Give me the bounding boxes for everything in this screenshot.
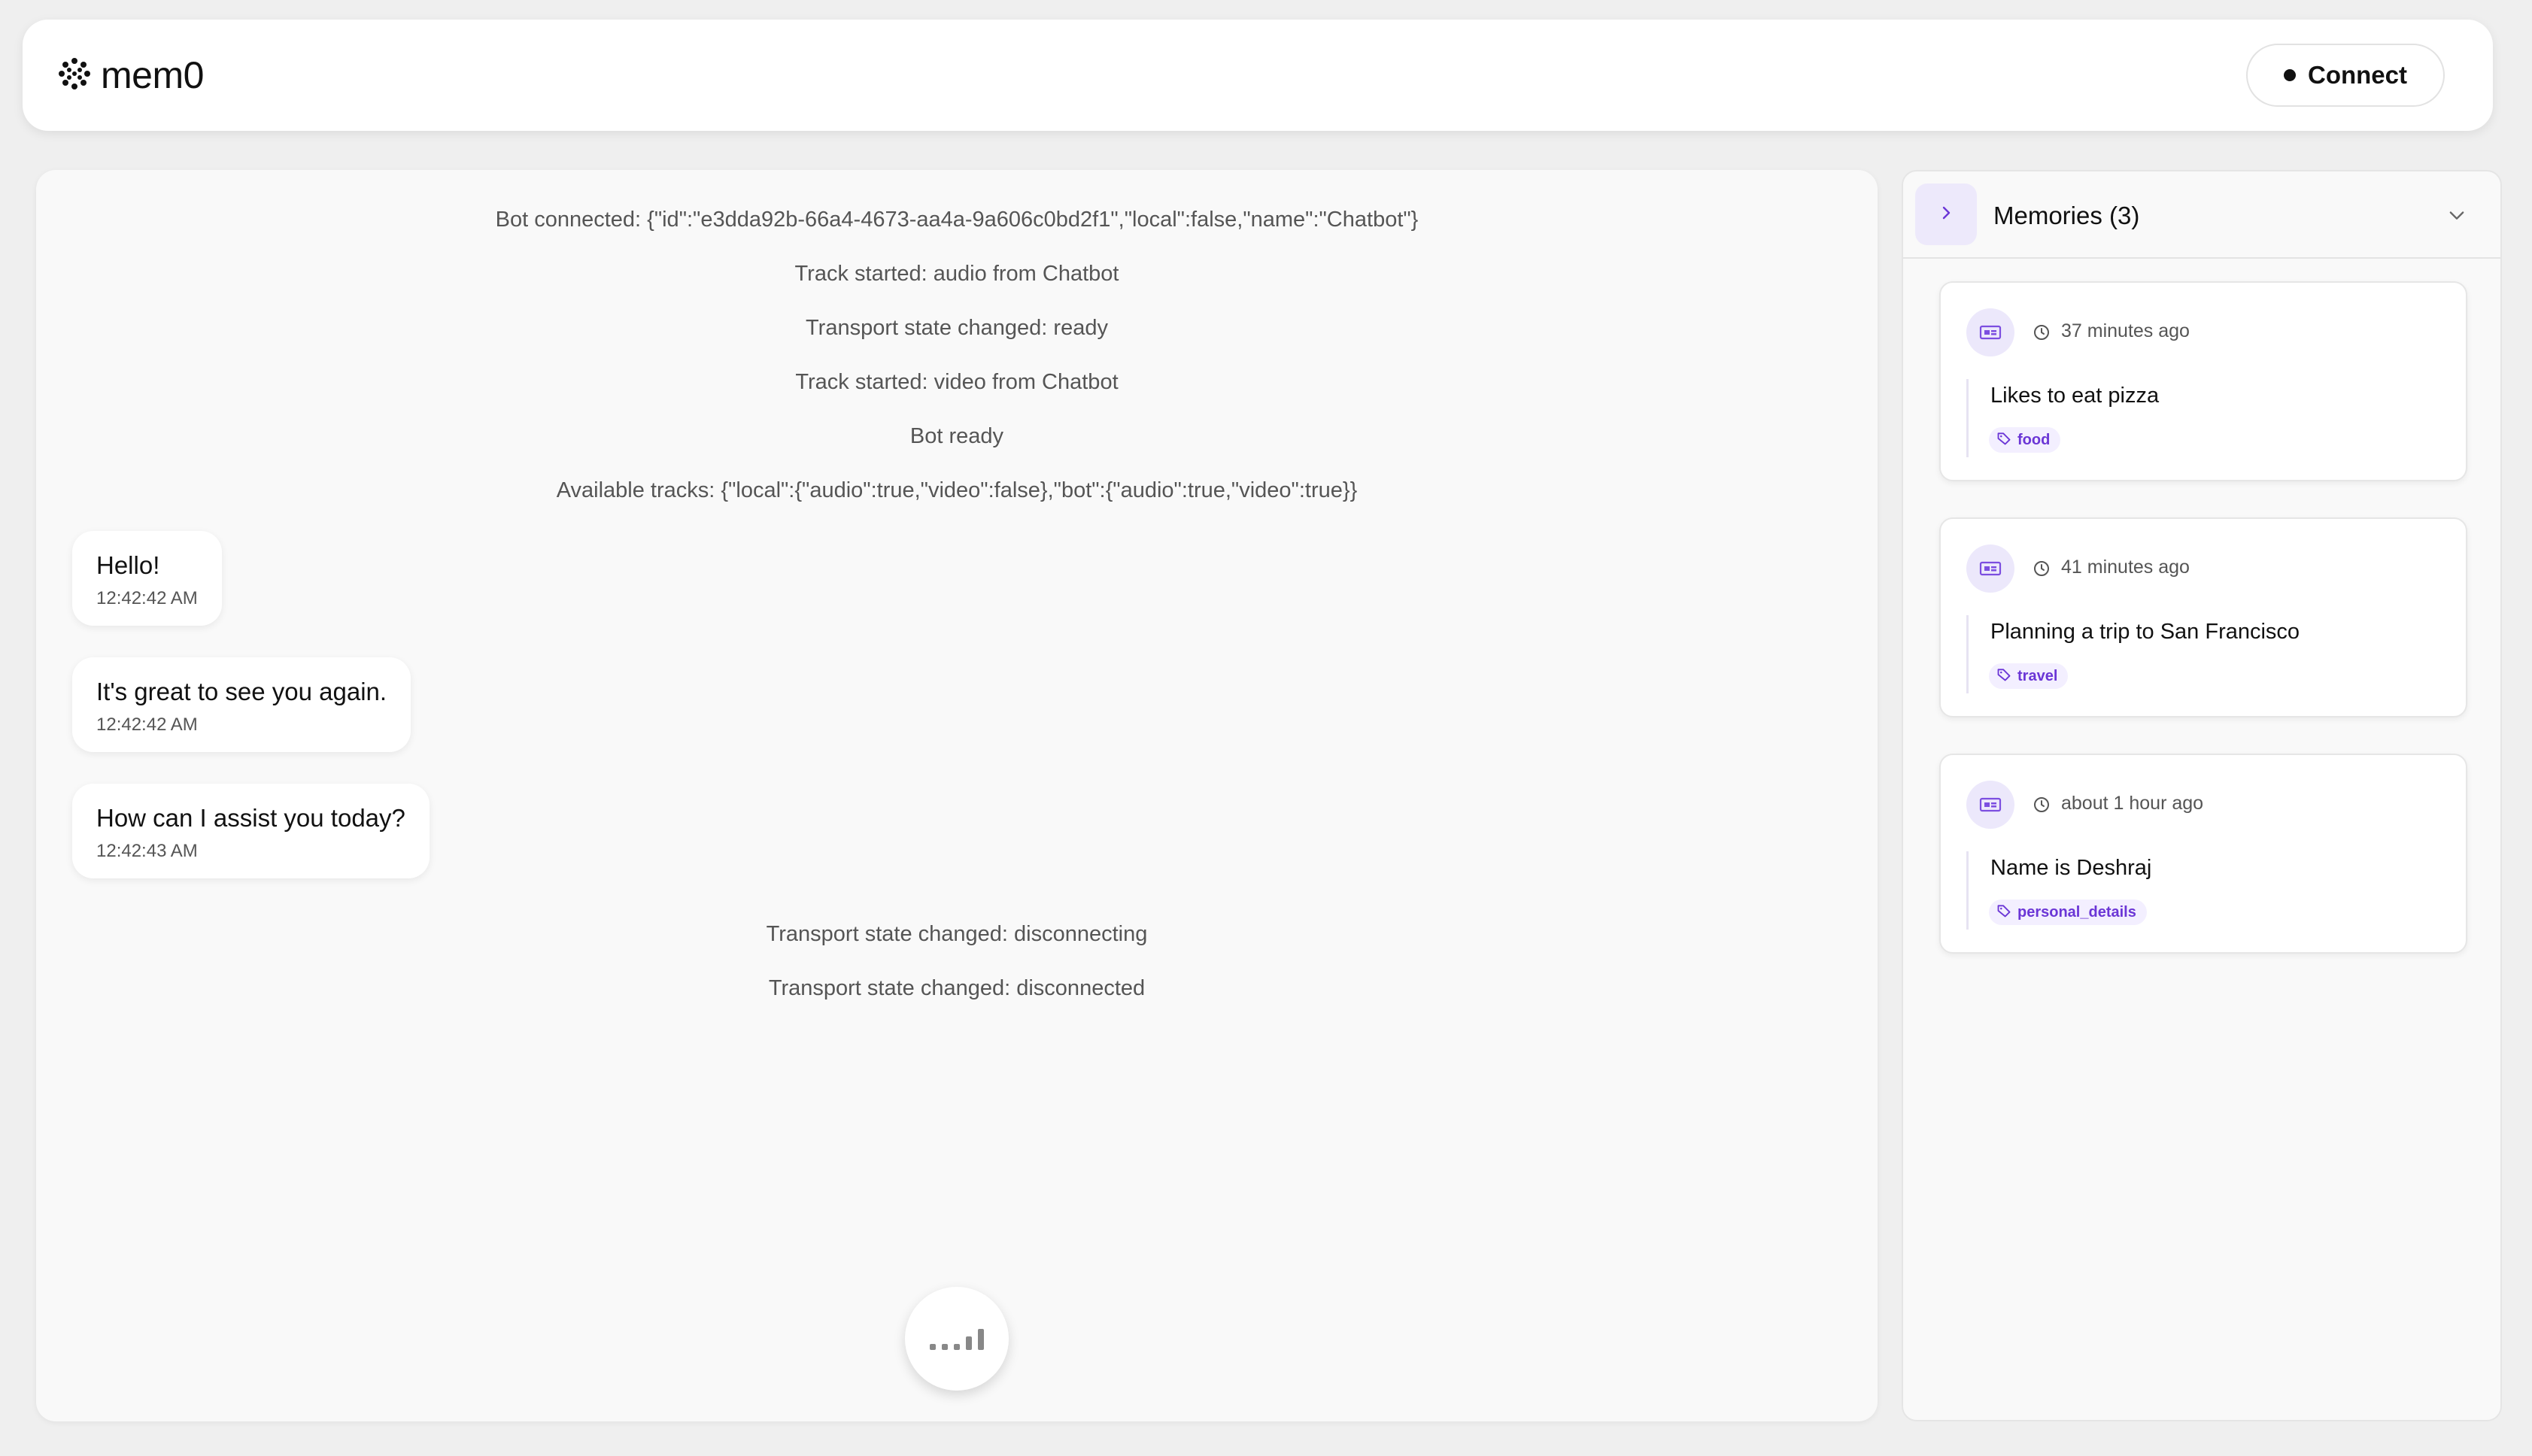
memory-tag-label: travel	[2017, 667, 2058, 684]
memories-panel: Memories (3) 37 minutes ago Likes to eat…	[1902, 170, 2502, 1421]
mem0-logo-icon	[57, 56, 92, 95]
system-message: Bot ready	[909, 424, 1004, 448]
chat-message-time: 12:42:43 AM	[96, 841, 198, 861]
logo-text: mem0	[101, 54, 204, 96]
memory-card[interactable]: 37 minutes ago Likes to eat pizza food	[1939, 281, 2467, 481]
memory-divider	[1966, 851, 1969, 930]
voice-button[interactable]	[905, 1287, 1009, 1391]
memories-header: Memories (3)	[1903, 171, 2500, 259]
logo[interactable]: mem0	[57, 53, 204, 97]
system-message: Track started: video from Chatbot	[795, 370, 1119, 394]
memory-divider	[1966, 615, 1969, 693]
chat-panel: Bot connected: {"id":"e3dda92b-66a4-4673…	[36, 170, 1878, 1421]
chat-message: Hello! 12:42:42 AM	[72, 531, 222, 626]
clock-icon	[2033, 560, 2051, 581]
memory-card-icon	[1966, 308, 2014, 356]
memory-card-icon	[1966, 781, 2014, 829]
memory-time: 37 minutes ago	[2061, 320, 2190, 341]
memory-tag: travel	[1989, 663, 2069, 689]
chat-message-time: 12:42:42 AM	[96, 588, 198, 608]
chat-message: It's great to see you again. 12:42:42 AM	[72, 657, 411, 752]
memory-time: 41 minutes ago	[2061, 557, 2190, 578]
chat-message-text: Hello!	[96, 551, 160, 579]
chat-message-text: It's great to see you again.	[96, 678, 387, 705]
status-dot-icon	[2284, 69, 2296, 81]
chat-message: How can I assist you today? 12:42:43 AM	[72, 784, 430, 878]
tag-icon	[1996, 431, 2011, 450]
chat-message-time: 12:42:42 AM	[96, 714, 198, 735]
memory-card[interactable]: about 1 hour ago Name is Deshraj persona…	[1939, 754, 2467, 954]
memory-tag-label: food	[2017, 431, 2051, 448]
connect-button[interactable]: Connect	[2246, 44, 2445, 107]
app-header: mem0 Connect	[23, 20, 2493, 131]
chevron-right-icon	[1937, 204, 1955, 226]
audio-level-icon	[928, 1324, 985, 1354]
memory-card[interactable]: 41 minutes ago Planning a trip to San Fr…	[1939, 517, 2467, 717]
panel-toggle-button[interactable]	[1915, 184, 1977, 245]
tag-icon	[1996, 903, 2011, 922]
connect-button-label: Connect	[2308, 61, 2407, 89]
tag-icon	[1996, 667, 2011, 686]
memory-card-icon	[1966, 544, 2014, 593]
system-message: Available tracks: {"local":{"audio":true…	[556, 478, 1358, 502]
memory-time: about 1 hour ago	[2061, 793, 2204, 814]
memory-tag-label: personal_details	[2017, 903, 2136, 921]
memory-tag: personal_details	[1989, 899, 2147, 925]
clock-icon	[2033, 323, 2051, 345]
memory-text: Name is Deshraj	[1990, 856, 2152, 880]
memory-text: Likes to eat pizza	[1990, 384, 2160, 408]
system-message: Track started: audio from Chatbot	[794, 262, 1119, 286]
memory-divider	[1966, 379, 1969, 457]
memory-tag: food	[1989, 427, 2061, 453]
chevron-down-icon[interactable]	[2446, 205, 2467, 229]
system-message: Transport state changed: ready	[806, 316, 1108, 340]
memory-text: Planning a trip to San Francisco	[1990, 620, 2300, 644]
system-message: Transport state changed: disconnected	[768, 976, 1146, 1000]
chat-message-text: How can I assist you today?	[96, 804, 405, 832]
system-message: Transport state changed: disconnecting	[766, 922, 1148, 946]
system-message: Bot connected: {"id":"e3dda92b-66a4-4673…	[495, 208, 1419, 232]
memories-title: Memories (3)	[1993, 202, 2140, 229]
clock-icon	[2033, 796, 2051, 817]
